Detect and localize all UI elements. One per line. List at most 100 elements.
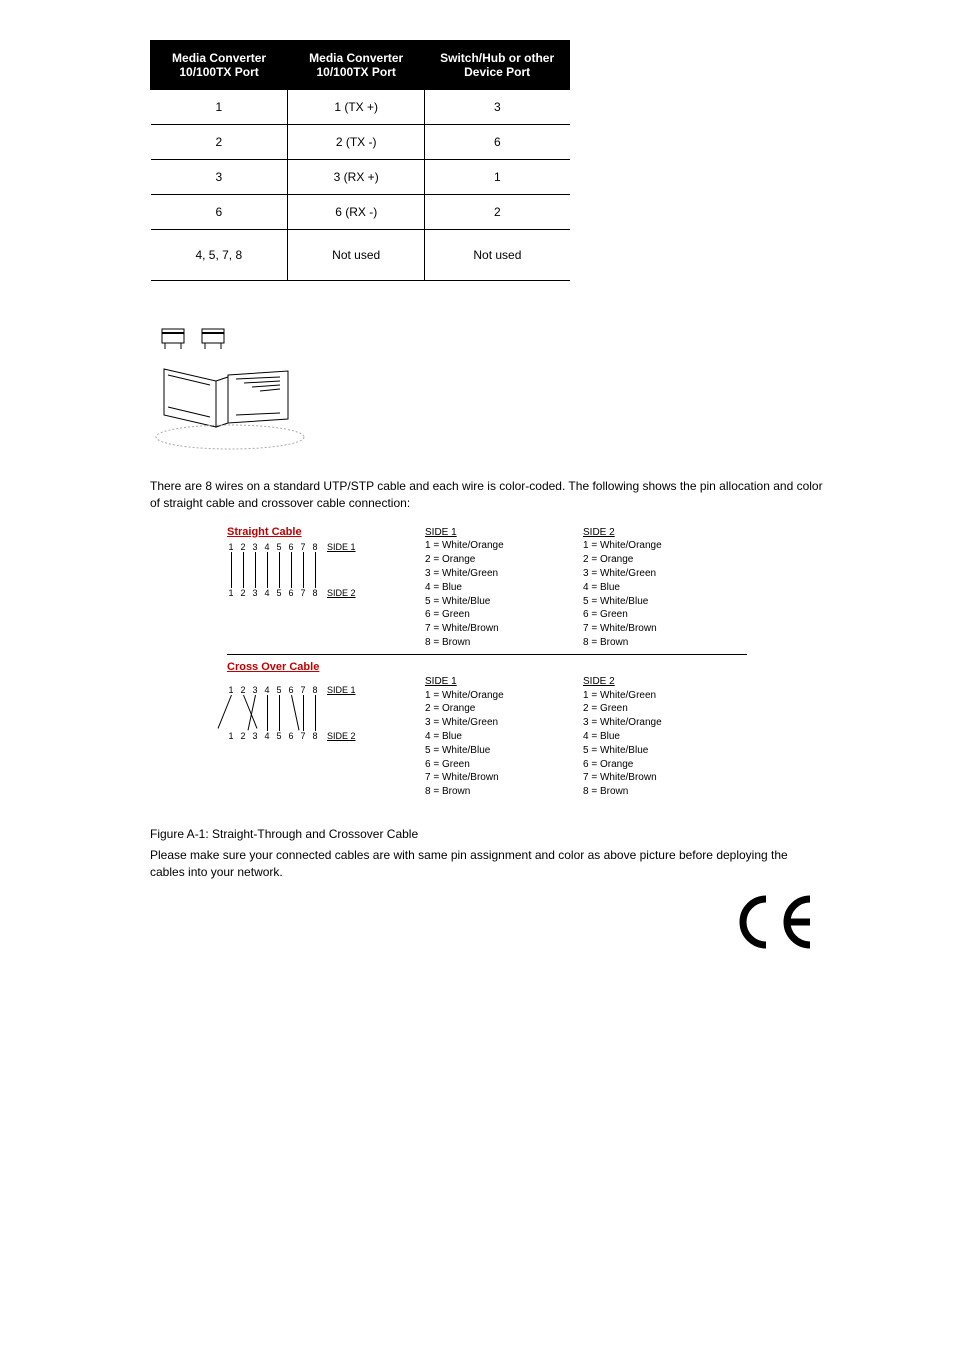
table-cell: 2 xyxy=(151,125,288,160)
wire-map-line: 2 = Orange xyxy=(425,553,555,567)
pin-label: 8 xyxy=(311,731,319,741)
table-row: 1 1 (TX +) 3 xyxy=(151,90,570,125)
pin-label: 2 xyxy=(239,731,247,741)
wire-map-line: 3 = White/Green xyxy=(425,716,555,730)
table-cell: 3 (RX +) xyxy=(288,160,425,195)
pin-label: 7 xyxy=(299,588,307,598)
table-cell: 3 xyxy=(425,90,570,125)
side-label: SIDE 1 xyxy=(425,526,555,540)
pin-label: 3 xyxy=(251,588,259,598)
wire-map-line: 5 = White/Blue xyxy=(425,595,555,609)
pin-label: 1 xyxy=(227,685,235,695)
pin-label: 5 xyxy=(275,685,283,695)
wire-map-line: 1 = White/Green xyxy=(583,689,713,703)
pin-label: 3 xyxy=(251,685,259,695)
wire-map-line: 3 = White/Orange xyxy=(583,716,713,730)
pin-label: 8 xyxy=(311,588,319,598)
pin-label: 4 xyxy=(263,685,271,695)
table-cell: 1 xyxy=(425,160,570,195)
wire-map-line: 5 = White/Blue xyxy=(583,744,713,758)
table-row: 2 2 (TX -) 6 xyxy=(151,125,570,160)
table-cell: 1 xyxy=(151,90,288,125)
pin-label: 8 xyxy=(311,542,319,552)
body-paragraph: Please make sure your connected cables a… xyxy=(150,847,824,881)
pin-label: 7 xyxy=(299,542,307,552)
wire-map-line: 1 = White/Orange xyxy=(583,539,713,553)
table-cell: 2 xyxy=(425,195,570,230)
table-row: 6 6 (RX -) 2 xyxy=(151,195,570,230)
side-label: SIDE 2 xyxy=(583,526,713,540)
pin-label: 5 xyxy=(275,731,283,741)
wire-map-line: 7 = White/Brown xyxy=(583,622,713,636)
wire-map-line: 6 = Green xyxy=(425,608,555,622)
figure-caption: Figure A-1: Straight-Through and Crossov… xyxy=(150,827,824,841)
wire-map-line: 4 = Blue xyxy=(425,730,555,744)
table-cell: 4, 5, 7, 8 xyxy=(151,230,288,281)
wire-map-line: 4 = Blue xyxy=(583,581,713,595)
wire-map-line: 5 = White/Blue xyxy=(583,595,713,609)
straight-cable-title: Straight Cable xyxy=(227,526,397,538)
side-tag: SIDE 2 xyxy=(327,731,356,741)
pin-label: 4 xyxy=(263,542,271,552)
wire-map-line: 7 = White/Brown xyxy=(583,771,713,785)
ce-mark-icon xyxy=(150,893,824,964)
pin-label: 7 xyxy=(299,685,307,695)
pin-label: 1 xyxy=(227,542,235,552)
wire-map-line: 7 = White/Brown xyxy=(425,771,555,785)
pin-label: 2 xyxy=(239,588,247,598)
table-cell: 3 xyxy=(151,160,288,195)
pin-label: 4 xyxy=(263,588,271,598)
body-paragraph: There are 8 wires on a standard UTP/STP … xyxy=(150,478,824,512)
table-cell: 2 (TX -) xyxy=(288,125,425,160)
wire-map-line: 6 = Orange xyxy=(583,758,713,772)
pin-label: 6 xyxy=(287,542,295,552)
table-row: 4, 5, 7, 8 Not used Not used xyxy=(151,230,570,281)
wire-map-line: 5 = White/Blue xyxy=(425,744,555,758)
pin-assignment-table: Media Converter 10/100TX Port Media Conv… xyxy=(150,40,570,281)
wire-map-line: 2 = Orange xyxy=(425,702,555,716)
table-cell: 6 xyxy=(151,195,288,230)
pin-label: 2 xyxy=(239,542,247,552)
table-cell: Not used xyxy=(288,230,425,281)
wire-map-line: 8 = Brown xyxy=(425,636,555,650)
pin-label: 3 xyxy=(251,731,259,741)
side-tag: SIDE 1 xyxy=(327,685,356,695)
pin-label: 8 xyxy=(311,685,319,695)
wire-map-line: 2 = Green xyxy=(583,702,713,716)
table-cell: 1 (TX +) xyxy=(288,90,425,125)
table-header: Media Converter 10/100TX Port xyxy=(288,41,425,90)
pin-label: 3 xyxy=(251,542,259,552)
wire-map-line: 8 = Brown xyxy=(425,785,555,799)
pin-label: 6 xyxy=(287,588,295,598)
side-tag: SIDE 2 xyxy=(327,588,356,598)
pin-label: 1 xyxy=(227,588,235,598)
table-cell: 6 (RX -) xyxy=(288,195,425,230)
rj45-connectors-illustration xyxy=(150,321,824,454)
pin-label: 5 xyxy=(275,588,283,598)
table-cell: 6 xyxy=(425,125,570,160)
wire-map-line: 3 = White/Green xyxy=(425,567,555,581)
side-label: SIDE 1 xyxy=(425,675,555,689)
pin-label: 2 xyxy=(239,685,247,695)
table-row: 3 3 (RX +) 1 xyxy=(151,160,570,195)
crossover-cable-title: Cross Over Cable xyxy=(227,661,747,673)
side-tag: SIDE 1 xyxy=(327,542,356,552)
pin-label: 6 xyxy=(287,731,295,741)
wire-map-line: 7 = White/Brown xyxy=(425,622,555,636)
side-label: SIDE 2 xyxy=(583,675,713,689)
wire-map-line: 1 = White/Orange xyxy=(425,539,555,553)
wire-map-line: 1 = White/Orange xyxy=(425,689,555,703)
pin-label: 1 xyxy=(227,731,235,741)
wire-map-line: 8 = Brown xyxy=(583,636,713,650)
wire-map-line: 6 = Green xyxy=(425,758,555,772)
pin-label: 4 xyxy=(263,731,271,741)
pin-label: 6 xyxy=(287,685,295,695)
table-header: Media Converter 10/100TX Port xyxy=(151,41,288,90)
wire-map-line: 2 = Orange xyxy=(583,553,713,567)
table-header: Switch/Hub or other Device Port xyxy=(425,41,570,90)
wire-map-line: 4 = Blue xyxy=(583,730,713,744)
wire-map-line: 6 = Green xyxy=(583,608,713,622)
wire-map-line: 4 = Blue xyxy=(425,581,555,595)
wire-map-line: 8 = Brown xyxy=(583,785,713,799)
pin-label: 7 xyxy=(299,731,307,741)
